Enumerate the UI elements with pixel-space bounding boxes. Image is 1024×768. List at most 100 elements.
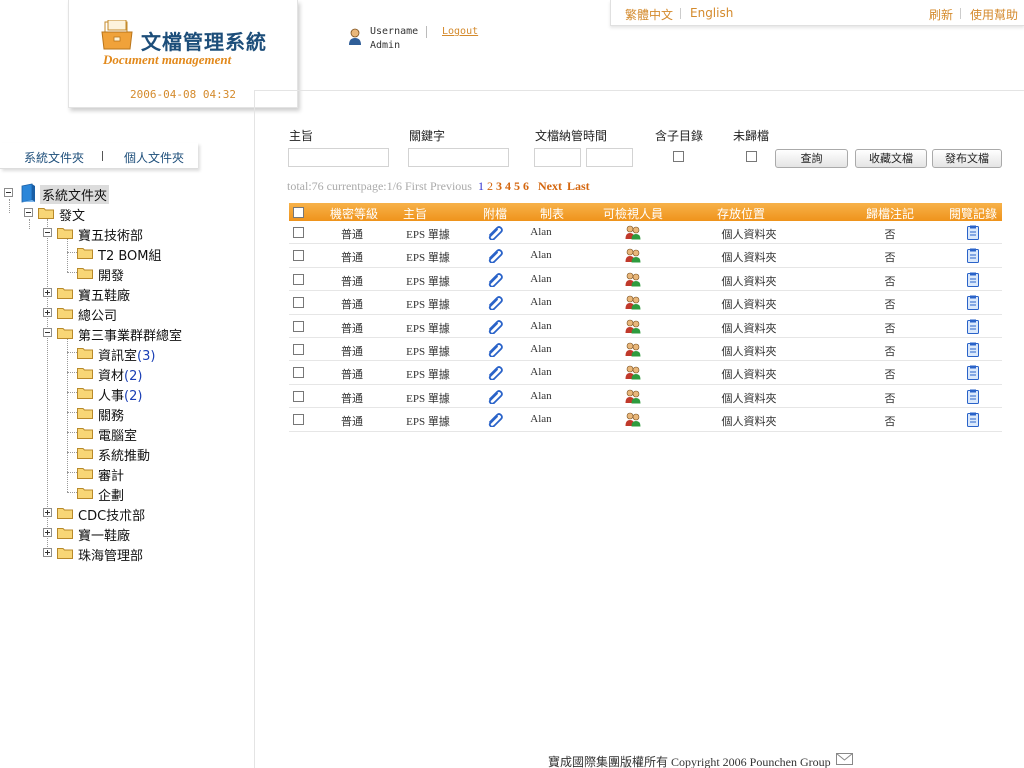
cell-subject[interactable]: EPS 單據 (406, 366, 450, 382)
row-checkbox[interactable] (293, 273, 304, 285)
tree-node[interactable]: 寶五鞋廠 (43, 284, 163, 304)
column-header[interactable]: 附檔 (483, 205, 507, 222)
tree-node-root[interactable]: 系統文件夾 (4, 183, 134, 204)
cell-subject[interactable]: EPS 單據 (406, 296, 450, 312)
tree-node[interactable]: 系統推動 (63, 444, 183, 464)
tree-node[interactable]: 總公司 (43, 304, 163, 324)
table-row[interactable]: 普通 EPS 單據 Alan 個人資料夾 否 (289, 338, 1002, 362)
page-link[interactable]: 5 (514, 179, 520, 193)
attachment-icon[interactable] (487, 272, 503, 287)
lang-traditional-link[interactable]: 繁體中文 (625, 6, 673, 23)
attachment-icon[interactable] (487, 412, 503, 428)
tree-node[interactable]: 人事(2) (63, 384, 173, 404)
view-log-icon[interactable] (965, 412, 981, 428)
table-row[interactable]: 普通 EPS 單據 Alan 個人資料夾 否 (289, 408, 1002, 432)
viewers-icon[interactable] (625, 342, 641, 357)
page-link[interactable]: 1 (478, 179, 484, 193)
tree-node[interactable]: 審計 (63, 464, 163, 484)
tree-node[interactable]: 資材(2) (63, 364, 173, 384)
viewers-icon[interactable] (625, 248, 641, 263)
row-checkbox[interactable] (293, 343, 304, 355)
table-row[interactable]: 普通 EPS 單據 Alan 個人資料夾 否 (289, 268, 1002, 292)
refresh-link[interactable]: 刷新 (929, 6, 953, 23)
expand-icon[interactable] (43, 508, 52, 517)
table-row[interactable]: 普通 EPS 單據 Alan 個人資料夾 否 (289, 361, 1002, 385)
tree-node[interactable]: 資訊室(3) (63, 344, 173, 364)
row-checkbox[interactable] (293, 320, 304, 332)
cell-subject[interactable]: EPS 單據 (406, 413, 450, 429)
collapse-icon[interactable] (43, 328, 52, 337)
page-link[interactable]: 2 (487, 179, 493, 193)
viewers-icon[interactable] (625, 389, 641, 404)
viewers-icon[interactable] (625, 319, 641, 334)
mail-icon[interactable] (836, 753, 853, 765)
logout-link[interactable]: Logout (442, 26, 478, 37)
column-header[interactable]: 主旨 (403, 205, 427, 222)
keyword-input[interactable] (408, 148, 509, 167)
view-log-icon[interactable] (965, 319, 981, 334)
view-log-icon[interactable] (965, 365, 981, 381)
viewers-icon[interactable] (625, 365, 641, 380)
view-log-icon[interactable] (965, 342, 981, 357)
viewers-icon[interactable] (625, 225, 641, 240)
subject-input[interactable] (288, 148, 389, 167)
row-checkbox[interactable] (293, 250, 304, 262)
attachment-icon[interactable] (487, 365, 503, 381)
last-page-link[interactable]: Last (567, 179, 590, 193)
attachment-icon[interactable] (487, 319, 503, 334)
column-header[interactable]: 機密等級 (330, 205, 378, 222)
page-link[interactable]: 4 (505, 179, 511, 193)
time-from-input[interactable] (534, 148, 581, 167)
table-row[interactable]: 普通 EPS 單據 Alan 個人資料夾 否 (289, 291, 1002, 315)
time-to-input[interactable] (586, 148, 633, 167)
view-log-icon[interactable] (965, 272, 981, 287)
tree-node[interactable]: 企劃 (63, 484, 163, 504)
tree-node[interactable]: 開發 (63, 264, 163, 284)
expand-icon[interactable] (43, 548, 52, 557)
row-checkbox[interactable] (293, 390, 304, 402)
column-header[interactable]: 制表 (540, 205, 564, 222)
collapse-icon[interactable] (24, 208, 33, 217)
lang-english-link[interactable]: English (690, 6, 733, 20)
table-row[interactable]: 普通 EPS 單據 Alan 個人資料夾 否 (289, 385, 1002, 409)
tree-node[interactable]: 珠海管理部 (43, 544, 173, 564)
tab-personal-folder[interactable]: 個人文件夾 (124, 149, 184, 166)
cell-subject[interactable]: EPS 單據 (406, 343, 450, 359)
attachment-icon[interactable] (487, 389, 503, 404)
select-all-checkbox[interactable] (293, 207, 304, 218)
collapse-icon[interactable] (43, 228, 52, 237)
tree-node[interactable]: 發文 (24, 204, 144, 224)
cell-subject[interactable]: EPS 單據 (406, 226, 450, 242)
attachment-icon[interactable] (487, 248, 503, 264)
tab-system-folder[interactable]: 系統文件夾 (24, 149, 84, 166)
view-log-icon[interactable] (965, 248, 981, 264)
view-log-icon[interactable] (965, 225, 981, 240)
tree-node[interactable]: T2 BOM組 (63, 244, 183, 264)
attachment-icon[interactable] (487, 295, 503, 311)
row-checkbox[interactable] (293, 297, 304, 309)
row-checkbox[interactable] (293, 414, 304, 426)
expand-icon[interactable] (43, 308, 52, 317)
cell-subject[interactable]: EPS 單據 (406, 390, 450, 406)
collapse-icon[interactable] (4, 188, 13, 197)
help-link[interactable]: 使用幫助 (970, 6, 1018, 23)
query-button[interactable]: 查詢 (775, 149, 848, 168)
publish-button[interactable]: 發布文檔 (932, 149, 1002, 168)
tree-node[interactable]: 寶五技術部 (43, 224, 183, 244)
page-link[interactable]: 6 (523, 179, 529, 193)
viewers-icon[interactable] (625, 295, 641, 310)
column-header[interactable]: 閱覽記錄 (949, 205, 997, 222)
attachment-icon[interactable] (487, 342, 503, 357)
expand-icon[interactable] (43, 288, 52, 297)
expand-icon[interactable] (43, 528, 52, 537)
favorite-button[interactable]: 收藏文檔 (855, 149, 927, 168)
page-link[interactable]: 3 (496, 179, 502, 193)
viewers-icon[interactable] (625, 412, 641, 427)
tree-node[interactable]: 第三事業群群總室 (43, 324, 203, 344)
table-row[interactable]: 普通 EPS 單據 Alan 個人資料夾 否 (289, 244, 1002, 268)
row-checkbox[interactable] (293, 227, 304, 238)
attachment-icon[interactable] (487, 225, 503, 240)
unfiled-checkbox[interactable] (746, 151, 757, 162)
view-log-icon[interactable] (965, 389, 981, 404)
cell-subject[interactable]: EPS 單據 (406, 249, 450, 265)
